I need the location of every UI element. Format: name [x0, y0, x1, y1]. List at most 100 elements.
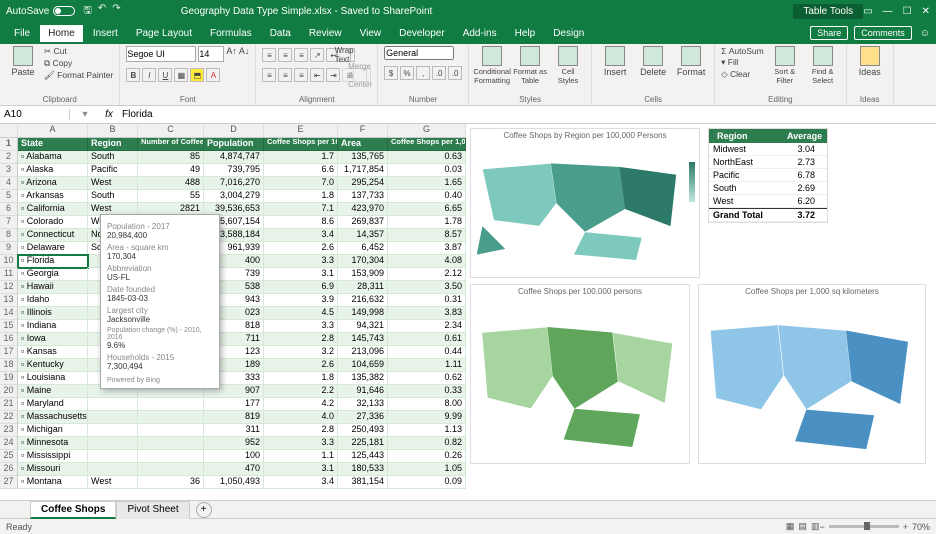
cell-per100k[interactable]: 3.9	[264, 294, 338, 307]
cell-per100k[interactable]: 2.2	[264, 385, 338, 398]
cell-perkm[interactable]: 0.40	[388, 190, 466, 203]
autosum-button[interactable]: Σ AutoSum	[721, 46, 764, 56]
cell-perkm[interactable]: 0.03	[388, 164, 466, 177]
zoom-value[interactable]: 70%	[912, 522, 930, 532]
chart-region-map[interactable]: Coffee Shops by Region per 100,000 Perso…	[470, 128, 700, 278]
cell-area[interactable]: 250,493	[338, 424, 388, 437]
comma-icon[interactable]: ,	[416, 66, 430, 80]
cell-pop[interactable]: 739,795	[204, 164, 264, 177]
indent-inc-icon[interactable]: ⇥	[326, 68, 340, 82]
cell-per100k[interactable]: 3.3	[264, 437, 338, 450]
cell-shops[interactable]	[138, 437, 204, 450]
cell-state[interactable]: ▫ Louisiana	[18, 372, 88, 385]
cell-perkm[interactable]: 6.65	[388, 203, 466, 216]
cell-state[interactable]: ▫ Delaware	[18, 242, 88, 255]
cell-area[interactable]: 381,154	[338, 476, 388, 489]
cell-per100k[interactable]: 3.1	[264, 268, 338, 281]
cell-state[interactable]: ▫ Kansas	[18, 346, 88, 359]
cell-state[interactable]: ▫ Indiana	[18, 320, 88, 333]
align-left-icon[interactable]: ≡	[262, 68, 276, 82]
ribbon-options-icon[interactable]: ▭	[863, 6, 872, 17]
cell-pop[interactable]: 819	[204, 411, 264, 424]
paste-button[interactable]: Paste	[6, 46, 40, 77]
italic-button[interactable]: I	[142, 68, 156, 82]
cell-perkm[interactable]: 1.05	[388, 463, 466, 476]
cell-state[interactable]: ▫ Alaska	[18, 164, 88, 177]
cell-pop[interactable]: 1,050,493	[204, 476, 264, 489]
cell-area[interactable]: 104,659	[338, 359, 388, 372]
cell-area[interactable]: 137,733	[338, 190, 388, 203]
bold-button[interactable]: B	[126, 68, 140, 82]
cell-region[interactable]: South	[88, 151, 138, 164]
close-icon[interactable]: ✕	[922, 6, 930, 17]
cell-area[interactable]: 1,717,854	[338, 164, 388, 177]
cell-perkm[interactable]: 0.44	[388, 346, 466, 359]
cell-styles-button[interactable]: Cell Styles	[551, 46, 585, 85]
tab-add-ins[interactable]: Add-ins	[455, 25, 505, 42]
cell-per100k[interactable]: 4.0	[264, 411, 338, 424]
cell-per100k[interactable]: 2.8	[264, 333, 338, 346]
col-header[interactable]: E	[264, 124, 338, 137]
row-header[interactable]: 17	[0, 346, 18, 359]
col-header[interactable]: A	[18, 124, 88, 137]
row-header[interactable]: 13	[0, 294, 18, 307]
cell-pop[interactable]: 4,874,747	[204, 151, 264, 164]
align-center-icon[interactable]: ≡	[278, 68, 292, 82]
cell-pop[interactable]: 952	[204, 437, 264, 450]
cell-region[interactable]: West	[88, 476, 138, 489]
pivot-row[interactable]: NorthEast2.73	[709, 156, 827, 169]
cell-per100k[interactable]: 6.9	[264, 281, 338, 294]
tab-review[interactable]: Review	[301, 25, 350, 42]
pivot-row[interactable]: Pacific6.78	[709, 169, 827, 182]
conditional-formatting-button[interactable]: Conditional Formatting	[475, 46, 509, 85]
minimize-icon[interactable]: —	[883, 6, 893, 17]
select-all-corner[interactable]	[0, 124, 18, 137]
cell-state[interactable]: ▫ Colorado	[18, 216, 88, 229]
tab-insert[interactable]: Insert	[85, 25, 126, 42]
cell-area[interactable]: 28,311	[338, 281, 388, 294]
cell-area[interactable]: 180,533	[338, 463, 388, 476]
row-header[interactable]: 15	[0, 320, 18, 333]
cell-area[interactable]: 295,254	[338, 177, 388, 190]
view-pagebreak-icon[interactable]: ▥	[811, 521, 820, 532]
underline-button[interactable]: U	[158, 68, 172, 82]
cell-pop[interactable]: 3,004,279	[204, 190, 264, 203]
cell-region[interactable]	[88, 463, 138, 476]
cell-perkm[interactable]: 0.31	[388, 294, 466, 307]
cell-region[interactable]	[88, 437, 138, 450]
cell-state[interactable]: ▫ California	[18, 203, 88, 216]
col-header[interactable]: F	[338, 124, 388, 137]
tab-design[interactable]: Design	[545, 25, 592, 42]
tab-data[interactable]: Data	[262, 25, 299, 42]
font-size-select[interactable]	[198, 46, 224, 62]
cell-perkm[interactable]: 4.08	[388, 255, 466, 268]
th-per100k[interactable]: Coffee Shops per 100,000 persons	[264, 138, 338, 151]
row-header[interactable]: 12	[0, 281, 18, 294]
cell-shops[interactable]	[138, 424, 204, 437]
inc-decimal-icon[interactable]: .0	[432, 66, 446, 80]
align-mid-icon[interactable]: ≡	[278, 48, 292, 62]
cell-per100k[interactable]: 8.6	[264, 216, 338, 229]
cell-state[interactable]: ▫ Georgia	[18, 268, 88, 281]
cell-shops[interactable]	[138, 398, 204, 411]
chart-per100k-map[interactable]: Coffee Shops per 100,000 persons	[470, 284, 690, 464]
cell-perkm[interactable]: 0.82	[388, 437, 466, 450]
percent-icon[interactable]: %	[400, 66, 414, 80]
row-header[interactable]: 26	[0, 463, 18, 476]
cell-state[interactable]: ▫ Arkansas	[18, 190, 88, 203]
cell-region[interactable]	[88, 411, 138, 424]
cell-per100k[interactable]: 4.2	[264, 398, 338, 411]
cell-perkm[interactable]: 1.78	[388, 216, 466, 229]
cell-per100k[interactable]: 3.4	[264, 476, 338, 489]
cell-state[interactable]: ▫ Maine	[18, 385, 88, 398]
formula-input[interactable]: Florida	[118, 109, 936, 120]
cell-shops[interactable]: 55	[138, 190, 204, 203]
pivot-header[interactable]: Average	[783, 130, 823, 142]
cell-per100k[interactable]: 1.1	[264, 450, 338, 463]
cell-state[interactable]: ▫ Michigan	[18, 424, 88, 437]
cell-area[interactable]: 145,743	[338, 333, 388, 346]
cell-per100k[interactable]: 3.2	[264, 346, 338, 359]
th-state[interactable]: State	[18, 138, 88, 151]
cell-state[interactable]: ▫ Kentucky	[18, 359, 88, 372]
th-area[interactable]: Area	[338, 138, 388, 151]
